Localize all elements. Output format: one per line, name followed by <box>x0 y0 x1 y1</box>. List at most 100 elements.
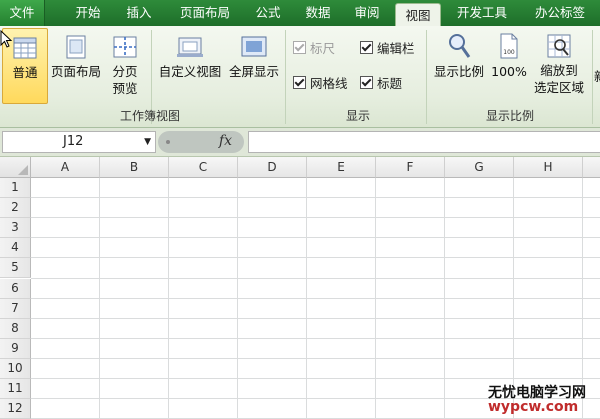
gridline <box>444 178 445 419</box>
column-header-d[interactable]: D <box>238 157 307 178</box>
zoom-button[interactable]: 显示比例 <box>429 28 489 102</box>
separator <box>285 30 286 124</box>
row-header-3[interactable]: 3 <box>0 218 31 239</box>
headings-label: 标题 <box>377 76 403 91</box>
tab-insert[interactable]: 插入 <box>117 0 161 26</box>
formula-bar-label: 编辑栏 <box>377 41 415 56</box>
new-window-label: 新 <box>594 68 600 85</box>
zoom-to-selection-label-1: 缩放到 <box>540 63 578 78</box>
formula-bar: J12 ▼ fx <box>0 128 600 157</box>
tab-page-layout[interactable]: 页面布局 <box>168 0 242 26</box>
row-header-11[interactable]: 11 <box>0 379 31 400</box>
ruler-checkbox[interactable]: 标尺 <box>293 40 335 58</box>
page-layout-view-icon <box>66 35 86 59</box>
column-header-e[interactable]: E <box>307 157 376 178</box>
tab-data[interactable]: 数据 <box>296 0 340 26</box>
formula-bar-checkbox[interactable]: 编辑栏 <box>360 40 415 58</box>
row-header-8[interactable]: 8 <box>0 318 31 339</box>
name-box[interactable]: J12 ▼ <box>2 131 156 153</box>
page-break-preview-button[interactable]: 分页 预览 <box>106 28 144 102</box>
column-header-partial[interactable] <box>583 157 600 178</box>
gridline <box>31 357 600 359</box>
gridline <box>31 197 600 199</box>
row-header-9[interactable]: 9 <box>0 338 31 359</box>
zoom-to-selection-icon <box>547 34 571 58</box>
checkbox-check-icon <box>293 41 306 54</box>
full-screen-label: 全屏显示 <box>228 64 279 79</box>
column-header-c[interactable]: C <box>169 157 238 178</box>
checkbox-check-icon <box>293 76 306 89</box>
gridline <box>31 277 600 279</box>
tab-file[interactable]: 文件 <box>0 0 45 26</box>
zoom-to-selection-button[interactable]: 缩放到 选定区域 <box>529 28 589 102</box>
gridlines-checkbox[interactable]: 网格线 <box>293 75 348 93</box>
gridline <box>31 257 600 259</box>
tab-review[interactable]: 审阅 <box>345 0 389 26</box>
gridline <box>31 378 600 379</box>
separator <box>426 30 427 124</box>
select-all-corner[interactable] <box>0 157 31 178</box>
page-layout-view-button[interactable]: 页面布局 <box>48 28 104 102</box>
row-header-5[interactable]: 5 <box>0 258 31 279</box>
page-break-preview-icon <box>113 36 137 58</box>
gridline <box>31 217 600 219</box>
separator <box>592 30 593 124</box>
custom-views-button[interactable]: 自定义视图 <box>154 28 226 102</box>
page-layout-view-label: 页面布局 <box>50 64 101 79</box>
row-header-10[interactable]: 10 <box>0 358 31 379</box>
insert-function-icon[interactable]: fx <box>219 133 232 149</box>
ribbon-tab-bar: 文件 开始 插入 页面布局 公式 数据 审阅 视图 开发工具 办公标签 <box>0 0 600 27</box>
gridline <box>168 178 169 419</box>
zoom-group-label: 显示比例 <box>485 109 534 123</box>
checkbox-check-icon <box>360 76 373 89</box>
zoom-100-label: 100% <box>491 64 527 79</box>
tab-home[interactable]: 开始 <box>66 0 110 26</box>
zoom-to-selection-label-2: 选定区域 <box>533 80 584 95</box>
formula-input[interactable] <box>248 131 600 153</box>
row-header-2[interactable]: 2 <box>0 198 31 219</box>
checkbox-check-icon <box>360 41 373 54</box>
tab-developer[interactable]: 开发工具 <box>446 0 518 26</box>
normal-view-icon <box>13 37 37 59</box>
gridline <box>237 178 238 419</box>
tab-formulas[interactable]: 公式 <box>246 0 290 26</box>
row-header-4[interactable]: 4 <box>0 238 31 259</box>
mouse-cursor-icon <box>0 30 12 48</box>
gridline <box>31 317 600 319</box>
zoom-label: 显示比例 <box>433 64 484 79</box>
custom-views-icon <box>177 37 203 57</box>
show-group-label: 显示 <box>345 109 370 123</box>
svg-text:100: 100 <box>503 49 515 56</box>
row-header-12[interactable]: 12 <box>0 399 31 419</box>
ribbon: 普通 页面布局 分页 预览 自定义视图 全屏显示 工作簿视图 标尺 编辑栏 网格… <box>0 26 600 128</box>
grip-icon[interactable] <box>166 140 170 144</box>
custom-views-label: 自定义视图 <box>158 64 222 79</box>
column-header-h[interactable]: H <box>514 157 583 178</box>
column-header-a[interactable]: A <box>31 157 100 178</box>
row-header-1[interactable]: 1 <box>0 178 31 199</box>
gridline <box>306 178 307 419</box>
watermark-url: wypcw.com <box>488 399 579 415</box>
worksheet-grid[interactable]: ABCDEFGH 1 2 3 4 5 6 7 8 9 10 11 12 <box>0 157 600 419</box>
new-window-button-partial[interactable]: 新 <box>594 28 600 102</box>
full-screen-button[interactable]: 全屏显示 <box>226 28 282 102</box>
column-header-f[interactable]: F <box>376 157 445 178</box>
headings-checkbox[interactable]: 标题 <box>360 75 402 93</box>
zoom-100-button[interactable]: 100 100% <box>489 28 529 102</box>
column-header-g[interactable]: G <box>445 157 514 178</box>
gridline <box>31 337 600 339</box>
zoom-100-icon: 100 <box>500 33 518 59</box>
page-break-preview-label-2: 预览 <box>112 81 138 96</box>
ruler-label: 标尺 <box>310 41 336 56</box>
gridline <box>31 237 600 239</box>
row-header-6[interactable]: 6 <box>0 278 31 299</box>
magnifier-icon <box>449 34 471 58</box>
tab-view[interactable]: 视图 <box>395 3 441 27</box>
row-header-7[interactable]: 7 <box>0 298 31 319</box>
tab-office-tab[interactable]: 办公标签 <box>524 0 596 26</box>
gridline <box>375 178 376 419</box>
dropdown-arrow-icon[interactable]: ▼ <box>144 132 151 152</box>
gridlines-label: 网格线 <box>310 76 348 91</box>
gridline <box>31 297 600 299</box>
column-header-b[interactable]: B <box>100 157 169 178</box>
